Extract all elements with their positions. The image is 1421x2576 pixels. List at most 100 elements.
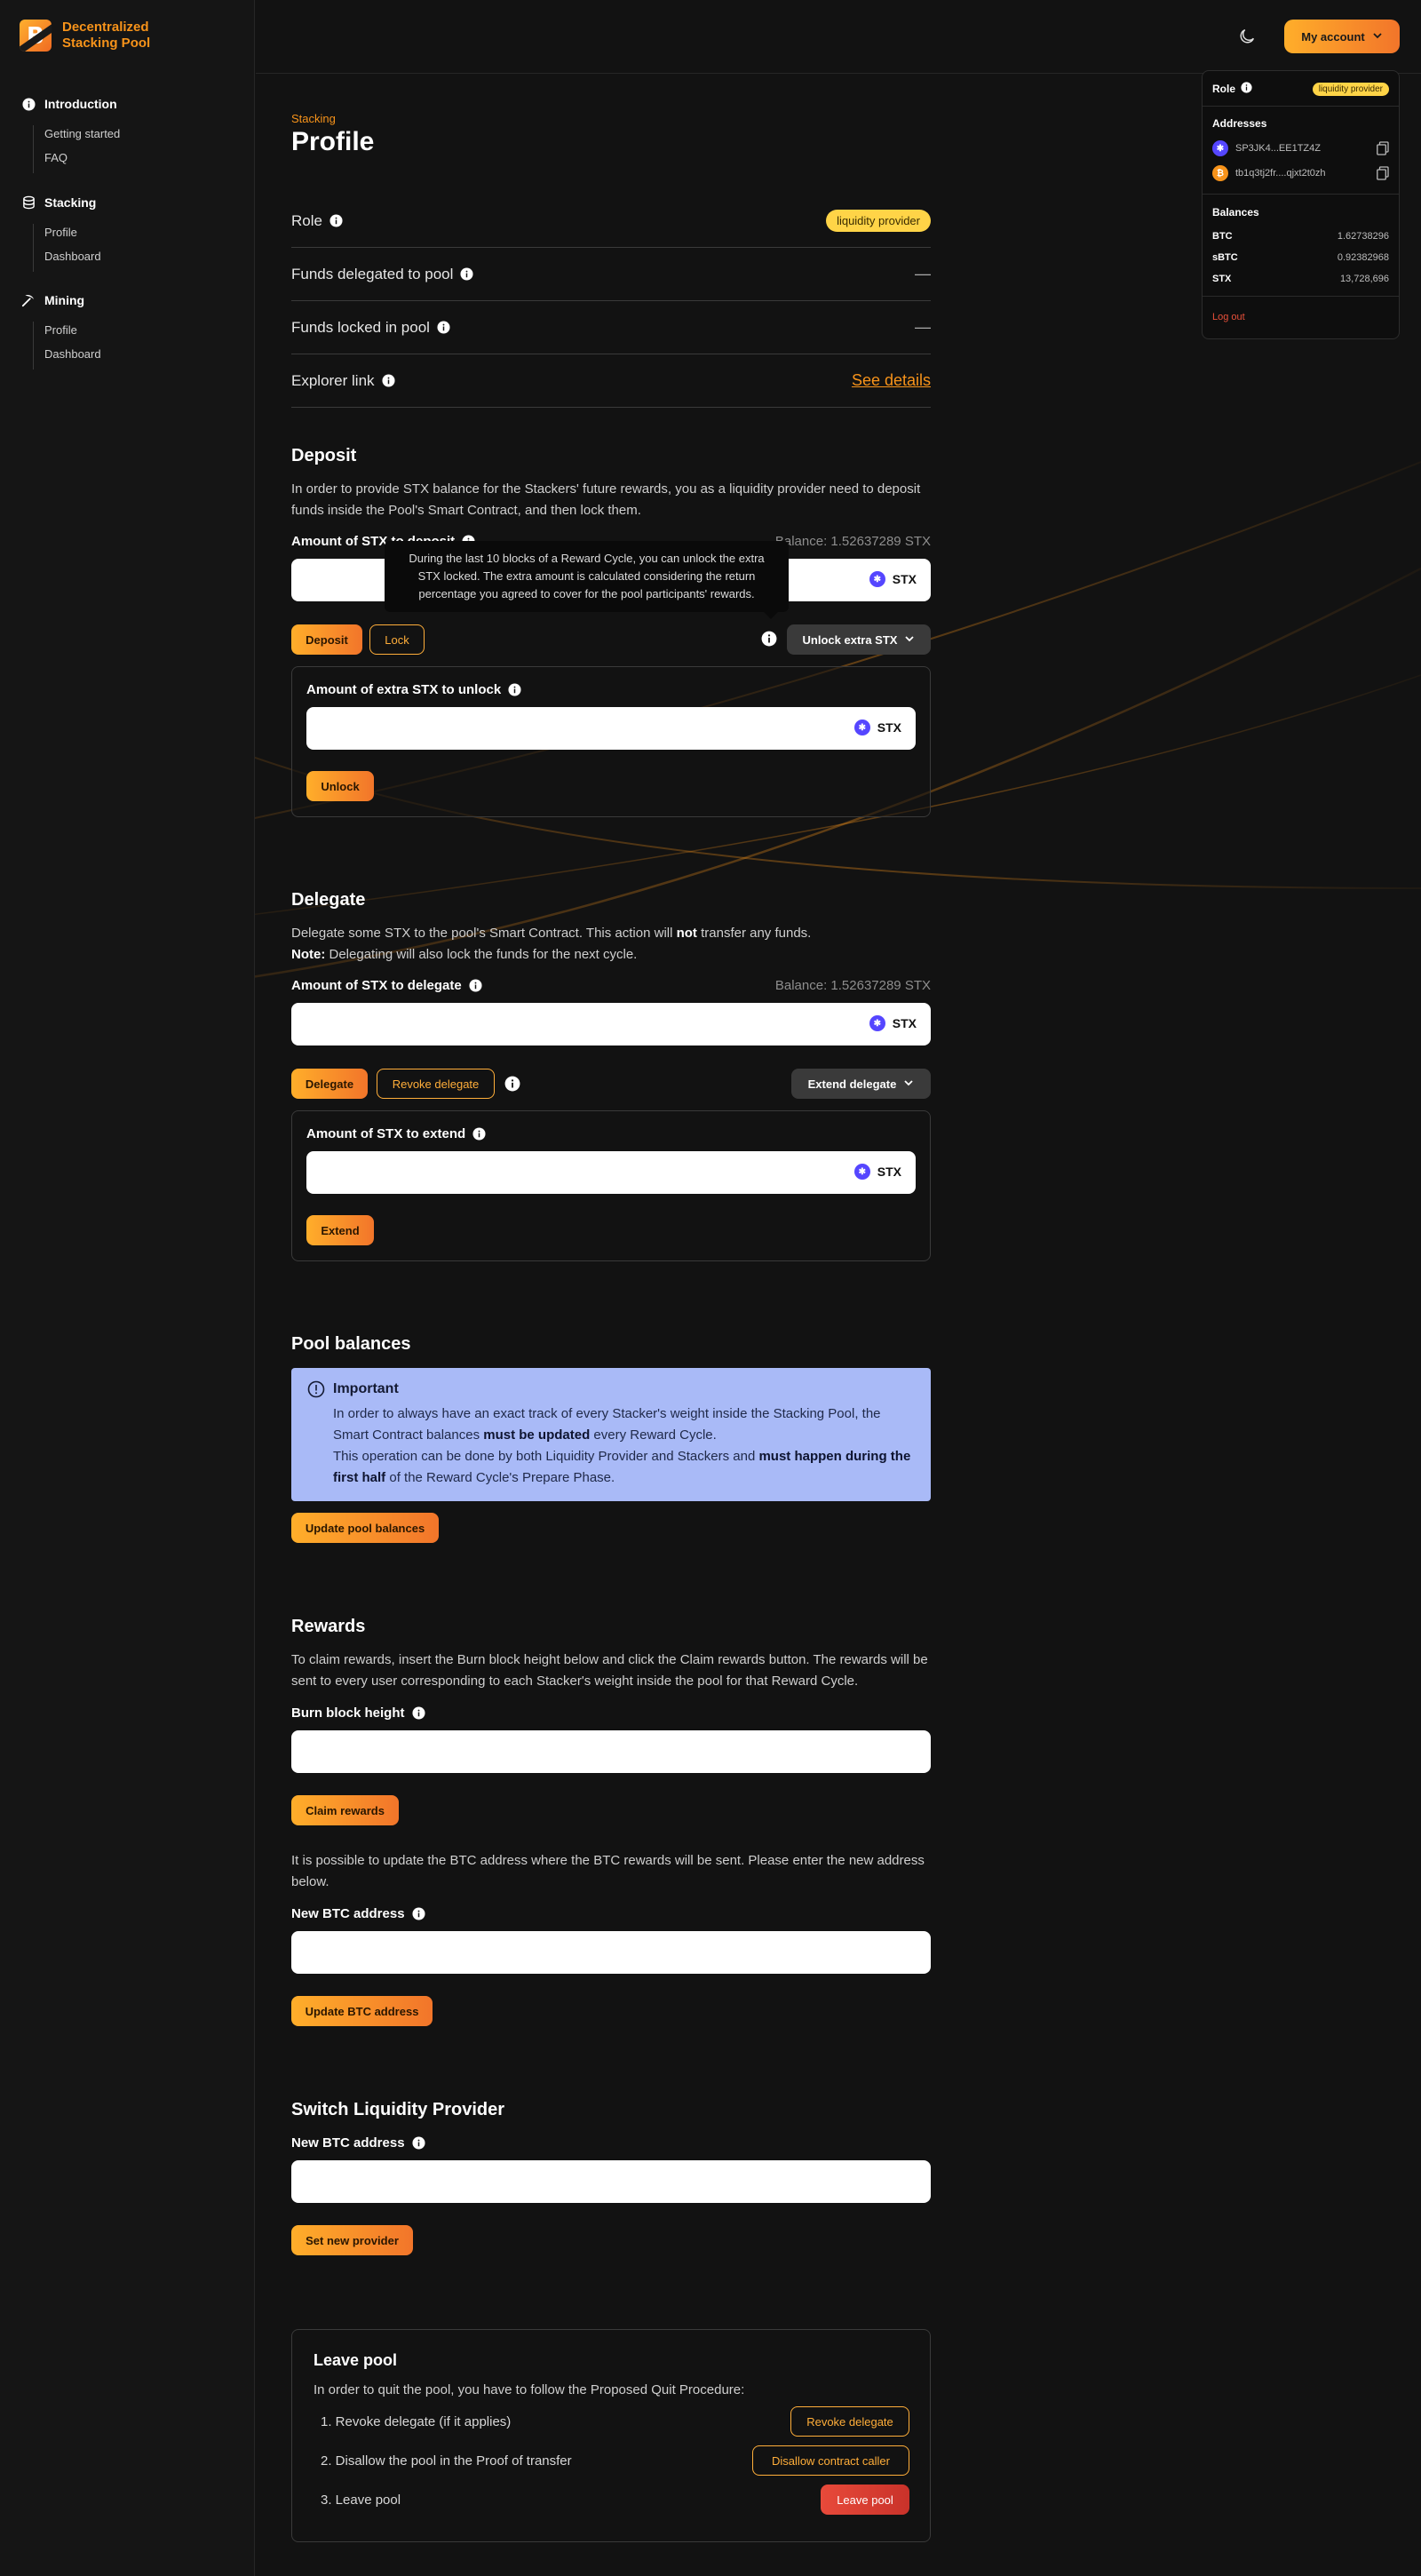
important-title: Important [333, 1381, 399, 1396]
important-notice: Important In order to always have an exa… [291, 1368, 931, 1501]
logout-button[interactable]: Log out [1212, 312, 1245, 322]
update-pool-balances-button[interactable]: Update pool balances [291, 1513, 439, 1543]
stx-icon: ✱ [1212, 140, 1228, 156]
extend-delegate-button[interactable]: Extend delegate [791, 1069, 931, 1099]
divider [1203, 106, 1399, 107]
funds-locked-row: Funds locked in pool — [291, 301, 931, 354]
extend-amount-input[interactable]: ✱ STX [306, 1151, 916, 1194]
extra-amount-input[interactable]: ✱ STX [306, 707, 916, 750]
nav-section-stacking: Stacking Profile Dashboard [21, 194, 101, 272]
copy-icon[interactable] [1377, 166, 1389, 180]
leave-step-2: 2. Disallow the pool in the Proof of tra… [321, 2453, 572, 2469]
info-icon[interactable] [437, 321, 450, 334]
pickaxe-icon [21, 293, 36, 307]
info-icon[interactable] [1241, 82, 1252, 96]
role-label: Role [1212, 83, 1236, 95]
extend-button[interactable]: Extend [306, 1215, 374, 1245]
sidebar-item-faq[interactable]: FAQ [44, 149, 120, 173]
role-row: Role liquidity provider [291, 195, 931, 248]
extend-delegate-panel: Amount of STX to extend ✱ STX Extend [291, 1110, 931, 1261]
info-icon[interactable] [472, 1127, 486, 1141]
delegate-amount-input[interactable]: ✱ STX [291, 1003, 931, 1046]
logo-icon: B [20, 20, 52, 52]
row-label: Funds locked in pool [291, 318, 430, 336]
leave-pool-heading: Leave pool [314, 2351, 398, 2369]
funds-locked-value: — [915, 318, 931, 336]
unlock-extra-stx-button[interactable]: Unlock extra STX [787, 624, 931, 655]
delegate-amount-label: Amount of STX to delegate [291, 978, 462, 993]
nav-section-mining: Mining Profile Dashboard [21, 291, 101, 370]
revoke-delegate-step-button[interactable]: Revoke delegate [790, 2406, 909, 2437]
explorer-link-row: Explorer link See details [291, 354, 931, 408]
update-btc-address-button[interactable]: Update BTC address [291, 1996, 433, 2026]
my-account-button[interactable]: My account [1284, 20, 1400, 53]
info-icon[interactable] [460, 267, 473, 281]
chevron-down-icon [904, 633, 915, 647]
address-value: SP3JK4...EE1TZ4Z [1235, 143, 1321, 154]
nav-section-label: Stacking [44, 195, 97, 210]
leave-step-1: 1. Revoke delegate (if it applies) [321, 2414, 512, 2429]
unlock-button[interactable]: Unlock [306, 771, 374, 801]
rewards-description: To claim rewards, insert the Burn block … [291, 1652, 928, 1689]
rewards-heading: Rewards [291, 1617, 366, 1636]
addresses-label: Addresses [1212, 117, 1267, 130]
balances-label: Balances [1212, 206, 1259, 219]
extra-amount-label: Amount of extra STX to unlock [306, 682, 502, 697]
new-btc-address-label: New BTC address [291, 1906, 405, 1921]
info-icon[interactable] [329, 214, 343, 227]
info-icon[interactable] [412, 2136, 425, 2150]
see-details-link[interactable]: See details [852, 371, 931, 390]
sidebar-item-stacking-dashboard[interactable]: Dashboard [44, 248, 101, 272]
nav-section-label: Mining [44, 293, 85, 307]
info-icon[interactable] [411, 1706, 425, 1720]
info-circle-icon [21, 97, 36, 111]
claim-rewards-button[interactable]: Claim rewards [291, 1795, 399, 1825]
revoke-delegate-button[interactable]: Revoke delegate [377, 1069, 495, 1099]
sidebar: B Decentralized Stacking Pool Introducti… [0, 0, 255, 2576]
brand-name-line2: Stacking Pool [62, 36, 151, 51]
deposit-balance: Balance: 1.52637289 STX [774, 534, 931, 549]
moon-icon[interactable] [1237, 27, 1257, 46]
page-title: Profile [291, 127, 375, 156]
funds-delegated-value: — [915, 265, 931, 282]
brand-logo[interactable]: B Decentralized Stacking Pool [20, 20, 150, 52]
new-btc-address-input[interactable] [291, 1931, 931, 1974]
copy-icon[interactable] [1377, 141, 1389, 155]
set-new-provider-button[interactable]: Set new provider [291, 2225, 413, 2255]
info-icon[interactable] [504, 1076, 520, 1096]
info-icon[interactable] [412, 1907, 425, 1920]
disallow-contract-caller-button[interactable]: Disallow contract caller [752, 2445, 909, 2476]
sidebar-item-stacking-profile[interactable]: Profile [44, 224, 101, 248]
important-text: In order to always have an exact track o… [333, 1406, 911, 1485]
info-icon[interactable] [761, 631, 777, 651]
sidebar-item-getting-started[interactable]: Getting started [44, 125, 120, 149]
balance-row: sBTC 0.92382968 [1212, 252, 1389, 263]
database-icon [21, 195, 36, 210]
lock-button[interactable]: Lock [369, 624, 425, 655]
sidebar-item-mining-profile[interactable]: Profile [44, 322, 101, 346]
info-icon[interactable] [382, 374, 395, 387]
row-label: Role [291, 211, 322, 229]
my-account-label: My account [1301, 29, 1365, 44]
burn-block-height-input[interactable] [291, 1730, 931, 1773]
delegate-button[interactable]: Delegate [291, 1069, 368, 1099]
sidebar-item-mining-dashboard[interactable]: Dashboard [44, 346, 101, 370]
nav-section-label: Introduction [44, 97, 117, 111]
leave-pool-description: In order to quit the pool, you have to f… [314, 2382, 745, 2397]
extend-amount-label: Amount of STX to extend [306, 1126, 466, 1141]
breadcrumb[interactable]: Stacking [291, 112, 336, 125]
burn-block-height-label: Burn block height [291, 1705, 405, 1721]
new-btc-address-label: New BTC address [291, 2135, 405, 2151]
leave-pool-button[interactable]: Leave pool [821, 2485, 909, 2515]
info-icon[interactable] [508, 683, 521, 696]
deposit-button[interactable]: Deposit [291, 624, 362, 655]
info-icon[interactable] [469, 979, 482, 992]
unlock-info-tooltip: During the last 10 blocks of a Reward Cy… [385, 541, 789, 619]
address-row-stx: ✱ SP3JK4...EE1TZ4Z [1212, 139, 1389, 158]
brand-name-line1: Decentralized [62, 20, 149, 35]
switch-provider-heading: Switch Liquidity Provider [291, 2100, 505, 2119]
leave-step-3: 3. Leave pool [321, 2493, 401, 2508]
provider-btc-address-input[interactable] [291, 2160, 931, 2203]
deposit-description: In order to provide STX balance for the … [291, 481, 921, 518]
funds-delegated-row: Funds delegated to pool — [291, 248, 931, 301]
